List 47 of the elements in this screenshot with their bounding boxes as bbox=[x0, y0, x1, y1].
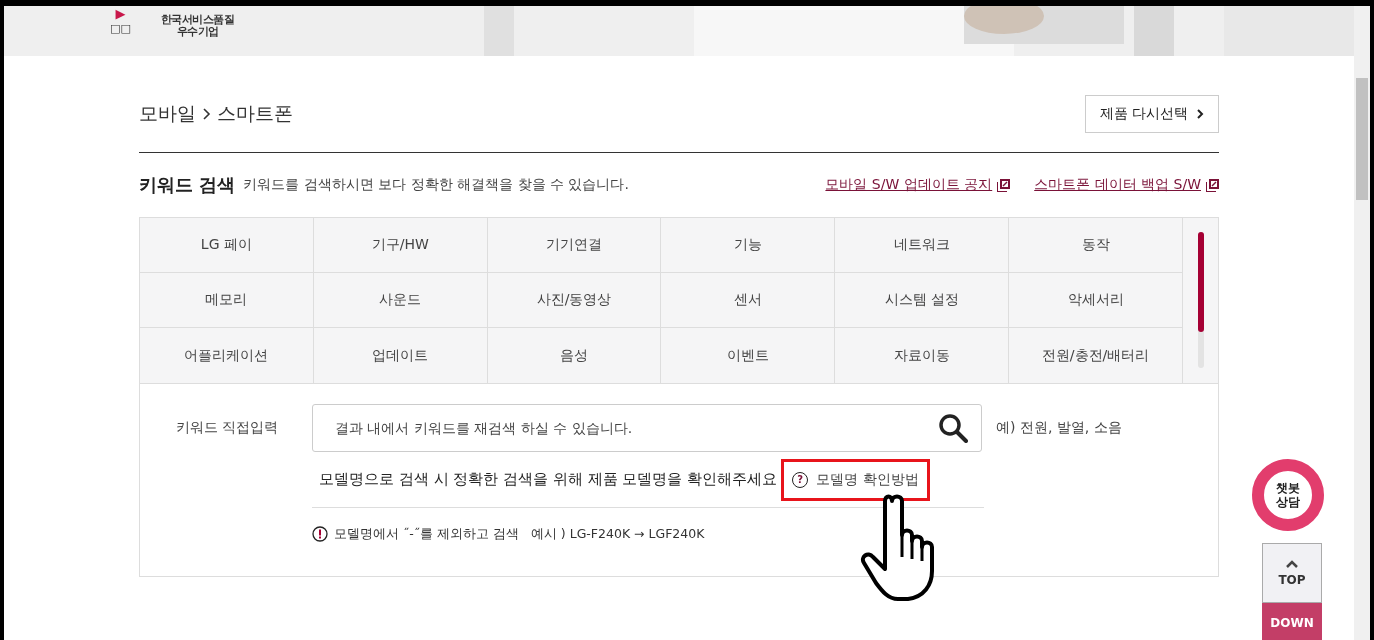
category-button[interactable]: 시스템 설정 bbox=[835, 273, 1010, 328]
external-link[interactable]: 스마트폰 데이터 백업 S/W bbox=[1034, 176, 1219, 194]
section-description: 키워드를 검색하시면 보다 정확한 해결책을 찾을 수 있습니다. bbox=[243, 176, 630, 194]
category-button[interactable]: 사운드 bbox=[313, 273, 488, 328]
category-button[interactable]: 기구/HW bbox=[313, 218, 488, 273]
chevron-up-icon bbox=[1285, 559, 1299, 569]
chevron-right-icon bbox=[202, 107, 211, 121]
keyword-search-field[interactable]: 결과 내에서 키워드를 재검색 하실 수 있습니다. bbox=[312, 404, 982, 452]
category-button[interactable]: 이벤트 bbox=[661, 328, 836, 383]
search-icon[interactable] bbox=[938, 413, 968, 443]
category-button[interactable]: 네트워크 bbox=[835, 218, 1010, 273]
award-text: 한국서비스품질 우수기업 bbox=[160, 14, 235, 38]
category-button[interactable]: 기기연결 bbox=[487, 218, 662, 273]
play-icon[interactable]: ▶ bbox=[115, 6, 126, 22]
scrollbar-track[interactable] bbox=[1197, 232, 1204, 368]
category-button[interactable]: LG 페이 bbox=[140, 218, 314, 273]
category-button[interactable]: 어플리케이션 bbox=[140, 328, 314, 383]
breadcrumb-item[interactable]: 모바일 bbox=[139, 101, 196, 127]
breadcrumb-item[interactable]: 스마트폰 bbox=[217, 101, 293, 127]
link-label[interactable]: 모델명 확인방법 bbox=[816, 470, 919, 489]
category-button[interactable]: 기능 bbox=[661, 218, 836, 273]
external-link-icon bbox=[997, 178, 1011, 192]
category-button[interactable]: 센서 bbox=[661, 273, 836, 328]
category-button[interactable]: 음성 bbox=[487, 328, 662, 383]
category-button[interactable]: 업데이트 bbox=[313, 328, 488, 383]
notice-text: 모델명으로 검색 시 정확한 검색을 위해 제품 모델명을 확인해주세요 bbox=[319, 470, 778, 489]
banner-label: □□ bbox=[110, 22, 131, 36]
page-scrollbar-thumb[interactable] bbox=[1356, 78, 1368, 200]
chatbot-button[interactable]: 챗봇 상담 bbox=[1252, 459, 1324, 531]
category-button[interactable]: 전원/충전/배터리 bbox=[1009, 328, 1183, 383]
tip-text: 모델명에서 ˝-˝를 제외하고 검색 예시 ) LG-F240K → LGF240K bbox=[334, 525, 705, 543]
section-title: 키워드 검색 bbox=[139, 173, 236, 197]
category-button[interactable]: 자료이동 bbox=[835, 328, 1010, 383]
external-link-icon bbox=[1206, 178, 1219, 192]
external-link[interactable]: 모바일 S/W 업데이트 공지 bbox=[825, 176, 1011, 194]
example-text: 예) 전원, 발열, 소음 bbox=[996, 419, 1122, 437]
scroll-top-button[interactable]: TOP bbox=[1262, 543, 1322, 603]
scrollbar-thumb[interactable] bbox=[1197, 232, 1204, 332]
field-label: 키워드 직접입력 bbox=[176, 419, 280, 437]
exclamation-icon bbox=[312, 526, 328, 542]
scroll-down-button[interactable]: DOWN bbox=[1262, 603, 1322, 640]
chevron-right-icon bbox=[1196, 108, 1204, 120]
reselect-product-button[interactable]: 제품 다시선택 bbox=[1084, 95, 1219, 133]
category-button[interactable]: 메모리 bbox=[140, 273, 314, 328]
category-button[interactable]: 악세서리 bbox=[1009, 273, 1183, 328]
category-button[interactable]: 동작 bbox=[1009, 218, 1183, 273]
category-button[interactable]: 사진/동영상 bbox=[487, 273, 662, 328]
